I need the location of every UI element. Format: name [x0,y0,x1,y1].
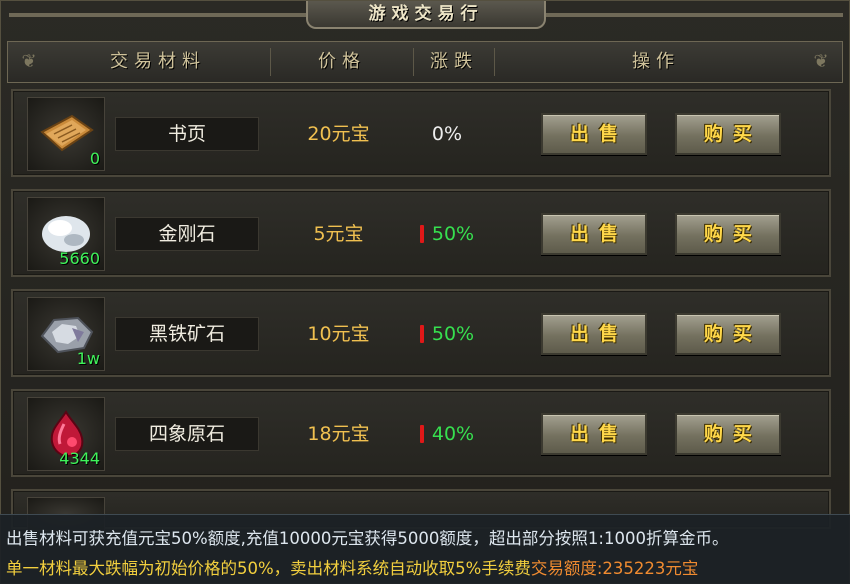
diamond-stone-icon[interactable]: 5660 [27,197,105,271]
top-rail-left [9,13,306,17]
down-marker-icon [419,325,424,343]
fee-rule-text: 单一材料最大跌幅为初始价格的50%，卖出材料系统自动收取5%手续费 [6,559,531,578]
window-title: 游戏交易行 [306,1,546,29]
buy-button[interactable]: 购买 [675,213,781,255]
header-price: 价格 [318,51,366,72]
table-header: ❦ ❦ 交易材料 价格 涨跌 操作 [7,41,843,83]
ornament-left-icon: ❦ [21,51,37,72]
item-price: 18元宝 [307,423,370,445]
sell-button[interactable]: 出售 [541,413,647,455]
item-name: 黑铁矿石 [115,317,259,351]
table-row: 0 书页 20元宝 0% 出售 购买 [11,89,831,177]
price-change: 0% [407,117,487,151]
item-price: 5元宝 [313,223,364,245]
price-change: 50% [407,317,487,351]
buy-button[interactable]: 购买 [675,113,781,155]
header-material: 交易材料 [110,51,206,72]
item-name: 书页 [115,117,259,151]
price-change-value: 50% [431,223,475,245]
item-name: 四象原石 [115,417,259,451]
item-count: 5660 [59,249,100,268]
footer-info-line1: 出售材料可获充值元宝50%额度,充值10000元宝获得5000额度，超出部分按照… [6,529,729,548]
item-count: 4344 [59,449,100,468]
sell-button[interactable]: 出售 [541,113,647,155]
buy-button[interactable]: 购买 [675,413,781,455]
quota-label: 交易额度: [530,559,603,578]
header-divider [494,48,495,76]
book-page-icon[interactable]: 0 [27,97,105,171]
item-name: 金刚石 [115,217,259,251]
item-price: 20元宝 [307,123,370,145]
buy-button[interactable]: 购买 [675,313,781,355]
item-price: 10元宝 [307,323,370,345]
down-marker-icon [419,425,424,443]
quota-value: 235223元宝 [602,559,699,578]
item-count: 1w [76,349,100,368]
header-actions: 操作 [632,51,680,72]
item-count: 0 [89,149,100,168]
header-divider [270,48,271,76]
top-rail-right [546,13,843,17]
trading-house-panel: 游戏交易行 ❦ ❦ 交易材料 价格 涨跌 操作 0 书页 20元宝 0% 出售 … [0,0,850,584]
table-row: 5660 金刚石 5元宝 50% 出售 购买 [11,189,831,277]
header-change: 涨跌 [430,51,478,72]
down-marker-icon [419,225,424,243]
black-iron-ore-icon[interactable]: 1w [27,297,105,371]
footer-info-line2: 单一材料最大跌幅为初始价格的50%，卖出材料系统自动收取5%手续费交易额度:23… [6,555,698,579]
price-change-value: 40% [431,423,475,445]
four-symbol-stone-icon[interactable]: 4344 [27,397,105,471]
price-change-value: 50% [431,323,475,345]
sell-button[interactable]: 出售 [541,313,647,355]
table-row: 4344 四象原石 18元宝 40% 出售 购买 [11,389,831,477]
price-change: 40% [407,417,487,451]
sell-button[interactable]: 出售 [541,213,647,255]
price-change-value: 0% [431,123,463,145]
table-row: 1w 黑铁矿石 10元宝 50% 出售 购买 [11,289,831,377]
info-footer: 出售材料可获充值元宝50%额度,充值10000元宝获得5000额度，超出部分按照… [0,514,850,584]
price-change: 50% [407,217,487,251]
